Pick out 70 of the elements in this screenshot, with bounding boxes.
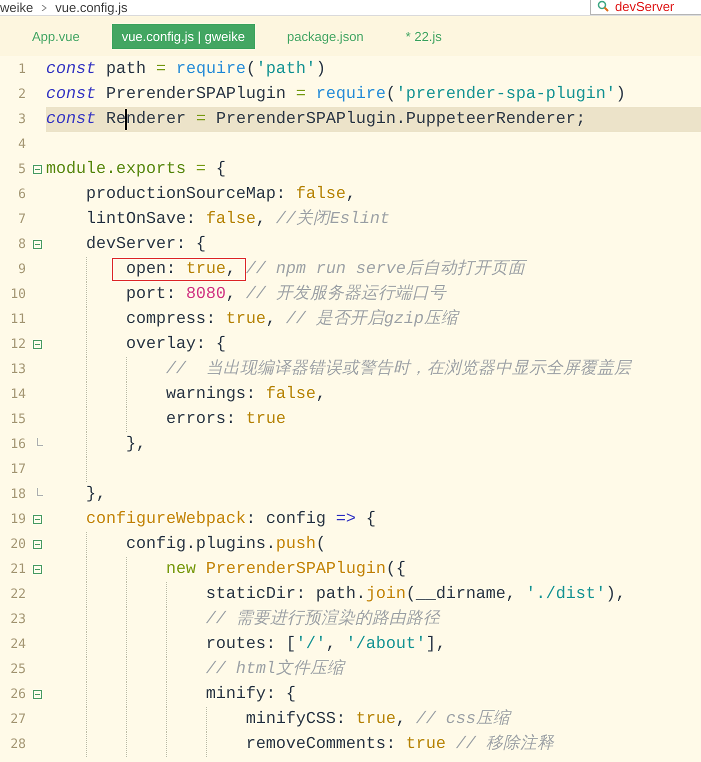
line-number: 14: [9, 386, 26, 404]
breadcrumb-item[interactable]: weike: [0, 1, 34, 14]
code-line: removeComments: true // 移除注释: [244, 733, 554, 756]
fold-icon[interactable]: [33, 690, 42, 699]
code-line: },: [84, 484, 106, 506]
code-line: productionSourceMap: false,: [84, 184, 356, 206]
line-number: 11: [9, 311, 26, 329]
code-line: open: true, // npm run serve后自动打开页面: [46, 257, 525, 282]
editor-tab[interactable]: * 22.js: [396, 24, 452, 48]
fold-icon[interactable]: [33, 540, 42, 549]
breadcrumb-item[interactable]: vue.config.js: [55, 1, 128, 14]
editor-tab[interactable]: App.vue: [22, 24, 90, 48]
code-line: minify: {: [204, 684, 296, 706]
fold-icon[interactable]: [33, 565, 42, 574]
code-line: const Renderer = PrerenderSPAPlugin.PuppeteerRenderer;: [46, 109, 586, 131]
code-line: warnings: false,: [164, 384, 326, 406]
line-number: 25: [9, 661, 26, 679]
fold-icon[interactable]: [33, 515, 42, 524]
code-line: // html文件压缩: [204, 658, 344, 681]
code-line: compress: true, // 是否开启gzip压缩: [124, 308, 458, 331]
code-line: new PrerenderSPAPlugin({: [164, 559, 406, 581]
line-number: 7: [17, 211, 26, 229]
code-line: devServer: {: [84, 234, 206, 256]
line-number: 13: [9, 361, 26, 379]
line-number: 20: [9, 536, 26, 554]
line-number: 17: [9, 461, 26, 479]
line-number: 27: [9, 711, 26, 729]
line-number: 21: [9, 561, 26, 579]
code-line: port: 8080, // 开发服务器运行端口号: [124, 283, 446, 306]
code-line: overlay: {: [124, 334, 226, 356]
line-number: 6: [17, 186, 26, 204]
line-number: 3: [17, 111, 26, 129]
line-number: 26: [9, 686, 26, 704]
code-line: config.plugins.push(: [124, 534, 326, 556]
line-number: 23: [9, 611, 26, 629]
search-icon: [597, 0, 609, 12]
code-line: module.exports = {: [46, 159, 226, 181]
line-number: 12: [9, 336, 26, 354]
code-line: // 当出现编译器错误或警告时，在浏览器中显示全屏覆盖层: [164, 358, 631, 381]
code-line: },: [124, 434, 146, 456]
line-number: 15: [9, 411, 26, 429]
code-line: errors: true: [164, 409, 286, 431]
line-number: 24: [9, 636, 26, 654]
line-number: 2: [17, 86, 26, 104]
code-line: lintOnSave: false, //关闭Eslint: [84, 208, 390, 231]
editor-tab[interactable]: vue.config.js | gweike: [112, 24, 256, 48]
fold-icon[interactable]: [33, 240, 42, 249]
fold-icon[interactable]: [33, 340, 42, 349]
line-number: 9: [17, 261, 26, 279]
line-number: 18: [9, 486, 26, 504]
line-number: 19: [9, 511, 26, 529]
line-number: 16: [9, 436, 26, 454]
code-line: const PrerenderSPAPlugin = require('prerender-spa-plugin'): [46, 84, 626, 106]
line-number: 4: [17, 136, 26, 154]
chevron-icon: [41, 4, 48, 10]
code-line: // 需要进行预渲染的路由路径: [204, 608, 440, 631]
line-number: 1: [17, 61, 26, 79]
editor-tab[interactable]: package.json: [277, 24, 374, 48]
code-line: staticDir: path.join(__dirname, './dist'),: [204, 584, 626, 606]
line-number: 28: [9, 736, 26, 754]
line-number: 22: [9, 586, 26, 604]
search-field[interactable]: devServer: [590, 0, 701, 15]
line-number: 5: [17, 161, 26, 179]
code-line: minifyCSS: true, // css压缩: [244, 708, 510, 731]
code-line: const path = require('path'): [46, 59, 326, 81]
fold-icon[interactable]: [33, 165, 42, 174]
code-line: routes: ['/', '/about'],: [204, 634, 446, 656]
code-line: configureWebpack: config => {: [84, 509, 376, 531]
line-number: 10: [9, 286, 26, 304]
line-number: 8: [17, 236, 26, 254]
